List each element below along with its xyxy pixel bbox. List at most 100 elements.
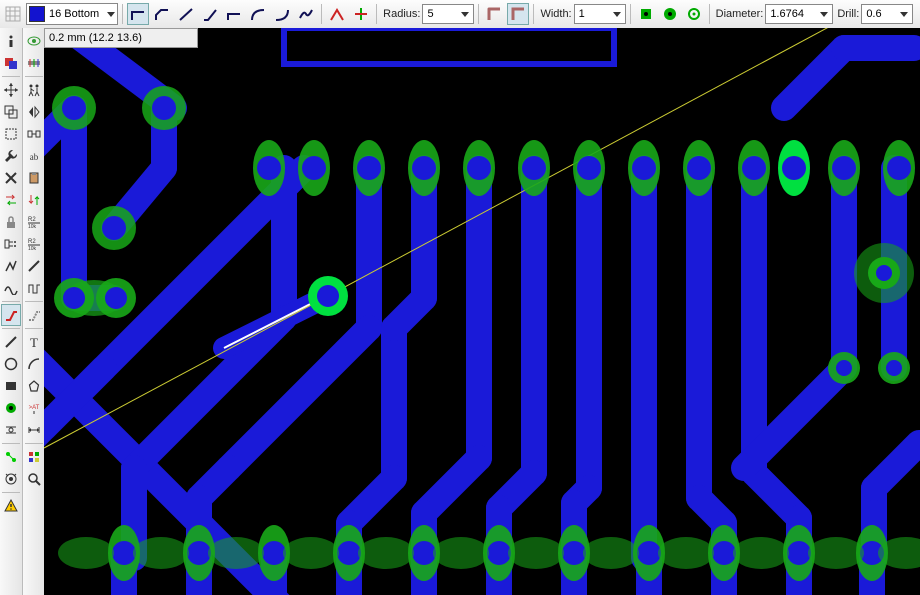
svg-text:ab: ab (30, 152, 39, 162)
arc-2-icon[interactable] (223, 3, 245, 25)
hand-icon[interactable] (24, 123, 44, 145)
layer-swatch-icon (29, 6, 45, 22)
wave-icon[interactable] (1, 277, 21, 299)
separator (2, 492, 20, 493)
lock-icon[interactable] (1, 211, 21, 233)
svg-text:10k: 10k (28, 246, 37, 251)
corner-sharp-icon[interactable] (507, 3, 529, 25)
cross-icon[interactable] (350, 3, 372, 25)
arc-3-icon[interactable] (247, 3, 269, 25)
walk-people-icon[interactable] (24, 79, 44, 101)
swap-down-icon[interactable] (24, 189, 44, 211)
delete-x-icon[interactable] (1, 167, 21, 189)
circle-icon[interactable] (1, 353, 21, 375)
chevron-down-icon (820, 12, 828, 17)
pad-dot-icon[interactable] (683, 3, 705, 25)
layer-select[interactable]: 16 Bottom (26, 3, 118, 25)
arc-wave-icon[interactable] (295, 3, 317, 25)
corner-round-icon[interactable] (483, 3, 505, 25)
net-highlight-icon[interactable] (1, 446, 21, 468)
mirror-icon[interactable] (24, 101, 44, 123)
pcb-drawing: 1 1 (44, 28, 920, 595)
text-icon[interactable]: T (24, 331, 44, 353)
diameter-combo[interactable] (765, 4, 833, 24)
meander-icon[interactable] (24, 277, 44, 299)
layers-select-icon[interactable] (24, 52, 44, 74)
separator (2, 301, 20, 302)
diameter-input[interactable] (770, 8, 812, 20)
width-label: Width: (540, 8, 571, 20)
drill-input[interactable] (866, 8, 892, 20)
separator (321, 4, 322, 24)
mark-icon[interactable] (24, 419, 44, 441)
separator (2, 443, 20, 444)
drill-combo[interactable] (861, 4, 913, 24)
ratio-icon[interactable]: R210k (24, 211, 44, 233)
miter-icon[interactable] (326, 3, 348, 25)
polygon-icon[interactable] (24, 375, 44, 397)
move-icon[interactable] (1, 79, 21, 101)
bend-45-icon[interactable] (151, 3, 173, 25)
pad-round-icon[interactable] (659, 3, 681, 25)
smash-line-icon[interactable] (24, 255, 44, 277)
eye-icon[interactable] (24, 30, 44, 52)
layer-name: 16 Bottom (49, 8, 99, 20)
arc-4-icon[interactable] (271, 3, 293, 25)
dimension-icon[interactable]: >AT (24, 397, 44, 419)
diameter-label: Diameter: (716, 8, 764, 20)
svg-text:1 1: 1 1 (854, 30, 905, 63)
route-icon[interactable] (1, 304, 21, 326)
chevron-down-icon (613, 12, 621, 17)
layers-icon[interactable] (1, 52, 21, 74)
pad-square-icon[interactable] (635, 3, 657, 25)
radius-label: Radius: (383, 8, 420, 20)
svg-text:T: T (30, 335, 38, 349)
left-toolbar-1 (0, 28, 23, 595)
swap-icon[interactable] (1, 189, 21, 211)
info-icon[interactable] (1, 30, 21, 52)
bend-right-angle-icon[interactable] (127, 3, 149, 25)
separator (122, 4, 123, 24)
chevron-down-icon (107, 12, 115, 17)
via-icon[interactable] (1, 397, 21, 419)
name-icon[interactable]: ab (24, 145, 44, 167)
separator (478, 4, 479, 24)
net-grid-icon[interactable] (24, 446, 44, 468)
wrench-icon[interactable] (1, 145, 21, 167)
svg-text:R2: R2 (28, 239, 36, 245)
separator (2, 76, 20, 77)
hole-icon[interactable] (1, 419, 21, 441)
coordinate-text: 0.2 mm (12.2 13.6) (49, 32, 142, 44)
select-rect-icon[interactable] (1, 123, 21, 145)
width-input[interactable] (579, 8, 605, 20)
separator (2, 328, 20, 329)
zoom-icon[interactable] (24, 468, 44, 490)
radius-combo[interactable] (422, 4, 474, 24)
separator (25, 328, 43, 329)
arc-1-icon[interactable] (199, 3, 221, 25)
erc-icon[interactable] (1, 468, 21, 490)
left-toolbar-2: ab R210k R210k T >AT (23, 28, 46, 595)
pcb-canvas[interactable]: 1 1 (44, 28, 920, 595)
paste-icon[interactable] (24, 167, 44, 189)
smash-icon[interactable] (1, 255, 21, 277)
separator (709, 4, 710, 24)
svg-text:R2: R2 (28, 217, 36, 223)
copy-icon[interactable] (1, 101, 21, 123)
warning-icon[interactable] (1, 495, 21, 517)
drill-label: Drill: (837, 8, 859, 20)
width-combo[interactable] (574, 4, 626, 24)
pinswap-icon[interactable] (1, 233, 21, 255)
radius-input[interactable] (427, 8, 453, 20)
separator (376, 4, 377, 24)
rect-icon[interactable] (1, 375, 21, 397)
separator (25, 301, 43, 302)
arc-tool-icon[interactable] (24, 353, 44, 375)
pinswap2-icon[interactable]: R210k (24, 233, 44, 255)
svg-text:>AT: >AT (29, 405, 40, 411)
unroute-icon[interactable] (24, 304, 44, 326)
line-icon[interactable] (1, 331, 21, 353)
bend-free-icon[interactable] (175, 3, 197, 25)
chevron-down-icon (461, 12, 469, 17)
grid-icon[interactable] (2, 3, 24, 25)
